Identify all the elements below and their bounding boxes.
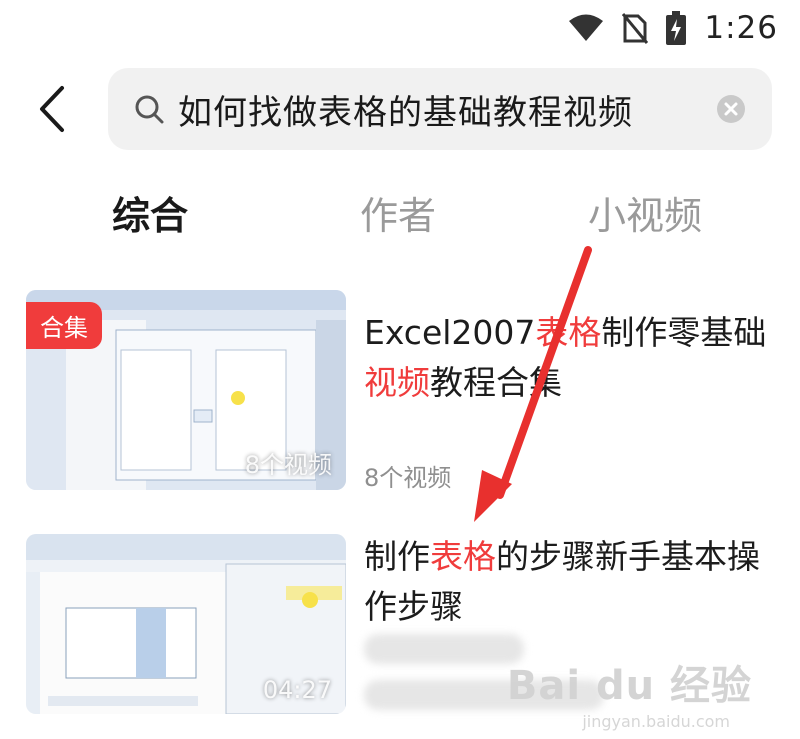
tab-bar: 综合 作者 小视频 bbox=[0, 185, 800, 247]
collection-badge: 合集 bbox=[26, 302, 102, 349]
video-count-overlay: 8个视频 bbox=[244, 451, 332, 479]
tab-authors[interactable]: 作者 bbox=[360, 185, 436, 240]
tab-short-videos[interactable]: 小视频 bbox=[588, 185, 702, 240]
title-text: Excel2007 bbox=[364, 313, 536, 352]
no-sim-icon bbox=[622, 13, 649, 44]
search-row: 如何找做表格的基础教程视频 bbox=[0, 66, 800, 152]
tab-comprehensive[interactable]: 综合 bbox=[112, 185, 188, 240]
title-highlight: 表格 bbox=[535, 313, 602, 352]
title-text: 制作零基础 bbox=[601, 313, 767, 352]
title-text: 制作 bbox=[364, 537, 430, 576]
blurred-author bbox=[364, 634, 524, 664]
title-highlight: 表格 bbox=[430, 537, 496, 576]
search-query: 如何找做表格的基础教程视频 bbox=[178, 92, 633, 133]
search-icon bbox=[135, 95, 164, 124]
watermark-logo: Bai du 经验 bbox=[506, 663, 752, 709]
status-icons: 1:26 bbox=[568, 10, 778, 46]
wifi-icon bbox=[569, 14, 604, 41]
search-input[interactable]: 如何找做表格的基础教程视频 bbox=[108, 68, 772, 150]
battery-charging-icon bbox=[666, 11, 687, 45]
status-time: 1:26 bbox=[704, 10, 778, 46]
result-thumbnail[interactable]: 合集 8个视频 bbox=[26, 290, 346, 490]
title-highlight: 视频 bbox=[364, 363, 430, 402]
back-icon bbox=[40, 86, 64, 132]
result-item[interactable]: 合集 8个视频 Excel2007表格制作零基础视频教程合集 8个视频 bbox=[0, 290, 800, 500]
result-title[interactable]: Excel2007表格制作零基础视频教程合集 bbox=[364, 308, 774, 408]
video-duration: 04:27 bbox=[262, 676, 332, 704]
result-thumbnail[interactable]: 04:27 bbox=[26, 534, 346, 714]
clear-icon[interactable] bbox=[716, 94, 746, 124]
back-button[interactable] bbox=[32, 84, 76, 134]
title-text: 教程合集 bbox=[430, 363, 562, 402]
result-title[interactable]: 制作表格的步骤新手基本操作步骤 bbox=[364, 532, 774, 632]
status-bar: 1:26 bbox=[0, 0, 800, 56]
watermark-url: jingyan.baidu.com bbox=[582, 712, 730, 731]
video-count: 8个视频 bbox=[364, 464, 452, 492]
